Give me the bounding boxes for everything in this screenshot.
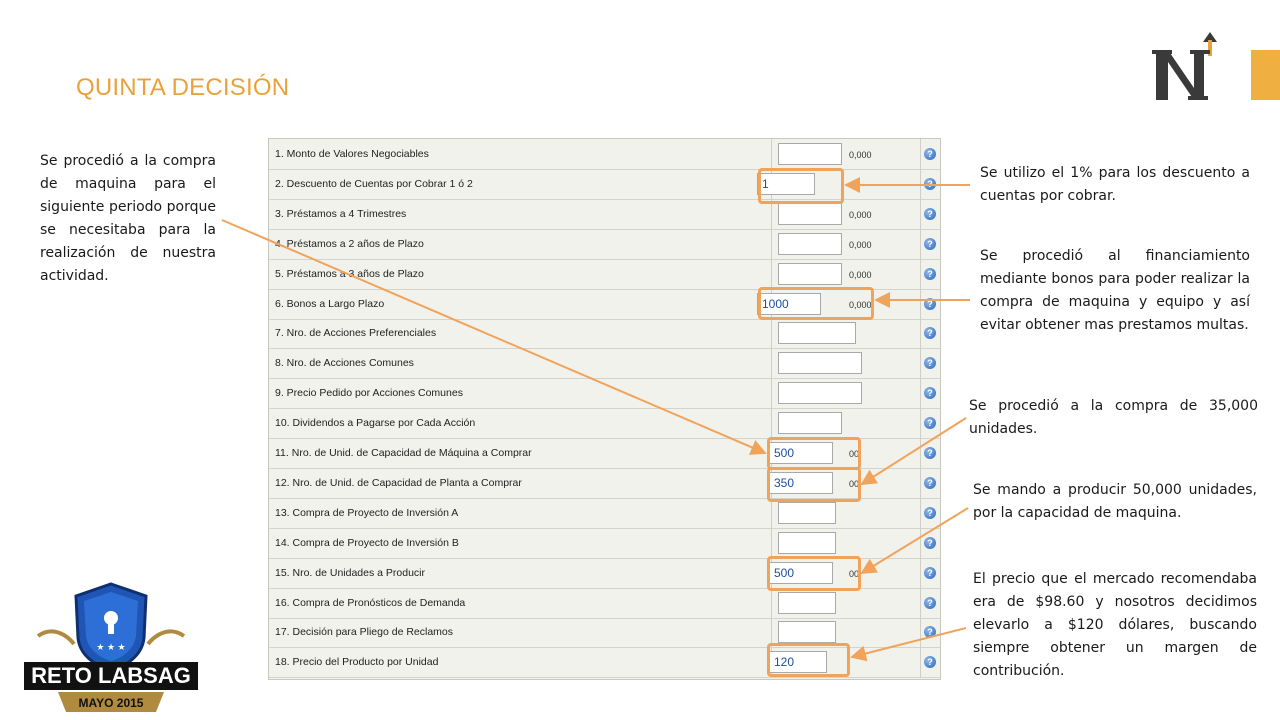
- highlight-precio: [767, 643, 850, 677]
- form-row-input[interactable]: [778, 621, 836, 644]
- accent-bar: [1251, 50, 1280, 100]
- form-row-label: 8. Nro. de Acciones Comunes: [275, 357, 414, 370]
- form-row: 1. Monto de Valores Negociables 0,000?: [269, 139, 940, 170]
- badge-subtitle: MAYO 2015: [79, 696, 144, 710]
- form-row: 8. Nro. de Acciones Comunes?: [269, 348, 940, 380]
- question-circle-icon[interactable]: ?: [924, 267, 936, 280]
- form-row-input[interactable]: [778, 412, 842, 435]
- note-descuento: Se utilizo el 1% para los descuento a cu…: [980, 165, 1250, 204]
- form-row-label: 16. Compra de Pronósticos de Demanda: [275, 596, 466, 609]
- note-producir: Se mando a producir 50,000 unidades, por…: [973, 482, 1257, 521]
- question-circle-icon[interactable]: ?: [924, 327, 936, 340]
- question-circle-icon[interactable]: ?: [924, 566, 936, 579]
- form-row: 4. Préstamos a 2 años de Plazo 0,000?: [269, 228, 940, 260]
- highlight-descuento: [758, 168, 844, 204]
- form-row-input[interactable]: [778, 591, 836, 614]
- form-row-label: 13. Compra de Proyecto de Inversión A: [275, 506, 459, 519]
- form-row-label: 12. Nro. de Unid. de Capacidad de Planta…: [275, 476, 522, 489]
- form-row-input[interactable]: [778, 232, 842, 255]
- svg-text:★ ★ ★: ★ ★ ★: [96, 642, 125, 652]
- question-circle-icon[interactable]: ?: [924, 447, 936, 459]
- form-row-label: 4. Préstamos a 2 años de Plazo: [275, 237, 424, 250]
- highlight-producir: [767, 556, 861, 591]
- question-circle-icon[interactable]: ?: [924, 297, 936, 310]
- highlight-bonos: [758, 287, 874, 320]
- question-circle-icon[interactable]: ?: [924, 506, 936, 519]
- form-row: 10. Dividendos a Pagarse por Cada Acción…: [269, 408, 940, 440]
- form-row-label: 15. Nro. de Unidades a Producir: [275, 566, 425, 579]
- form-row-unit: 0,000: [849, 269, 872, 280]
- form-row: 14. Compra de Proyecto de Inversión B?: [269, 527, 940, 559]
- form-row-input[interactable]: [778, 352, 862, 375]
- form-row-input[interactable]: [778, 202, 842, 225]
- form-row-input[interactable]: [778, 382, 862, 405]
- form-row: 16. Compra de Pronósticos de Demanda?: [269, 587, 940, 619]
- question-circle-icon[interactable]: ?: [924, 177, 936, 190]
- note-precio: El precio que el mercado recomendaba era…: [973, 571, 1257, 679]
- question-circle-icon[interactable]: ?: [924, 596, 936, 609]
- highlight-planta: [767, 467, 861, 502]
- form-row-label: 14. Compra de Proyecto de Inversión B: [275, 536, 459, 549]
- highlight-maquina: [767, 437, 861, 470]
- note-compra-unidades: Se procedió a la compra de 35,000 unidad…: [969, 398, 1258, 437]
- question-circle-icon[interactable]: ?: [924, 237, 936, 250]
- form-row-input[interactable]: [778, 531, 836, 554]
- form-row-label: 3. Préstamos a 4 Trimestres: [275, 207, 407, 220]
- note-maquina: Se procedió a la compra de maquina para …: [40, 153, 216, 284]
- question-circle-icon[interactable]: ?: [924, 476, 936, 489]
- form-row-label: 2. Descuento de Cuentas por Cobrar 1 ó 2: [275, 177, 473, 190]
- decision-form: 1. Monto de Valores Negociables 0,000? 2. …: [268, 138, 941, 680]
- question-circle-icon[interactable]: ?: [924, 626, 936, 639]
- form-row-input[interactable]: [778, 262, 842, 285]
- form-row: 7. Nro. de Acciones Preferenciales?: [269, 318, 940, 350]
- form-row-label: 1. Monto de Valores Negociables: [275, 148, 429, 160]
- note-bonos: Se procedió al financiamiento mediante b…: [980, 248, 1250, 333]
- question-circle-icon[interactable]: ?: [924, 536, 936, 549]
- question-circle-icon[interactable]: ?: [924, 357, 936, 370]
- form-row-input[interactable]: [778, 501, 836, 524]
- form-row-label: 9. Precio Pedido por Acciones Comunes: [275, 387, 463, 400]
- form-row-unit: 0,000: [849, 239, 872, 250]
- form-row: 13. Compra de Proyecto de Inversión A?: [269, 497, 940, 529]
- form-row: 9. Precio Pedido por Acciones Comunes?: [269, 378, 940, 410]
- form-row-label: 11. Nro. de Unid. de Capacidad de Máquin…: [275, 447, 532, 459]
- question-circle-icon[interactable]: ?: [924, 148, 936, 160]
- question-circle-icon[interactable]: ?: [924, 387, 936, 400]
- form-row-unit: 0,000: [849, 209, 872, 220]
- page-title: QUINTA DECISIÓN: [76, 74, 290, 101]
- form-row-label: 17. Decisión para Pliego de Reclamos: [275, 626, 454, 639]
- question-circle-icon[interactable]: ?: [924, 417, 936, 430]
- reto-labsag-badge: ★ ★ ★ RETO LABSAG MAYO 2015: [24, 582, 198, 712]
- n-arrow-logo: [1152, 32, 1217, 100]
- form-row-label: 7. Nro. de Acciones Preferenciales: [275, 327, 437, 340]
- question-circle-icon[interactable]: ?: [924, 207, 936, 220]
- form-row-unit: 0,000: [849, 150, 872, 160]
- form-row-label: 10. Dividendos a Pagarse por Cada Acción: [275, 417, 476, 430]
- form-row-label: 5. Préstamos a 3 años de Plazo: [275, 267, 424, 280]
- form-row-input[interactable]: [778, 322, 856, 345]
- form-row: 5. Préstamos a 3 años de Plazo 0,000?: [269, 258, 940, 290]
- form-row-label: 18. Precio del Producto por Unidad: [275, 656, 439, 669]
- form-row-input[interactable]: [778, 143, 842, 165]
- question-circle-icon[interactable]: ?: [924, 656, 936, 669]
- form-row-label: 6. Bonos a Largo Plazo: [275, 297, 385, 310]
- badge-title: RETO LABSAG: [31, 663, 191, 688]
